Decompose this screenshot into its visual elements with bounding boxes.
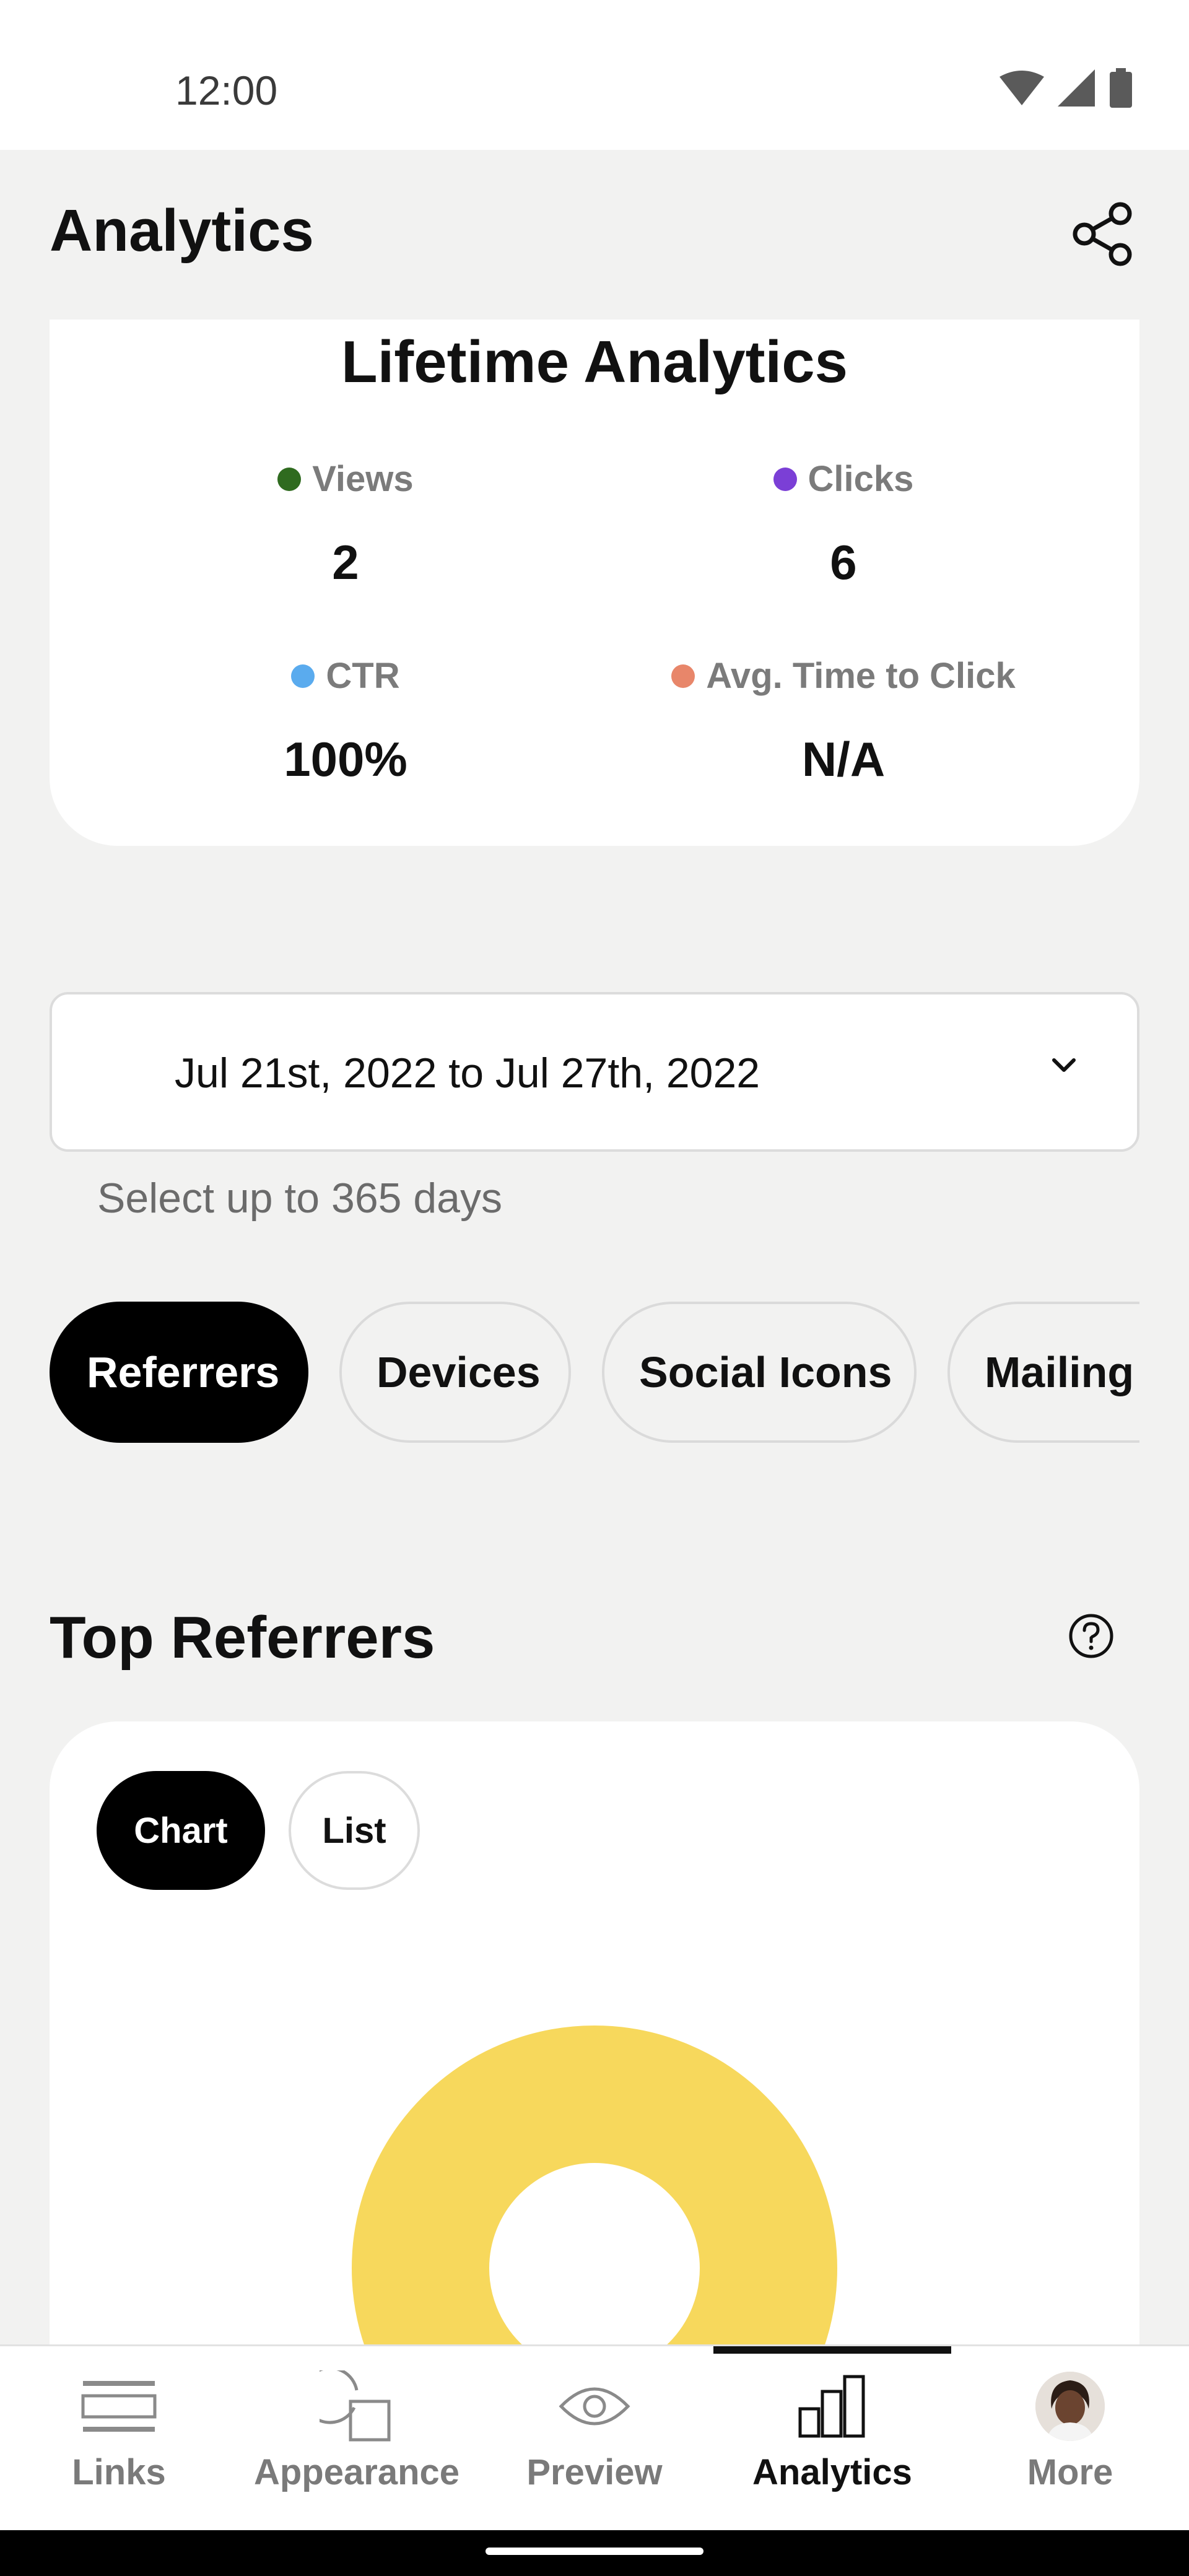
avatar: [1035, 2372, 1105, 2441]
date-range-value: Jul 21st, 2022 to Jul 27th, 2022: [175, 1050, 760, 1097]
stat-ctr: CTR 100%: [98, 655, 593, 788]
wifi-icon: [1000, 71, 1044, 105]
stat-label: CTR: [326, 656, 400, 696]
avg-time-dot-icon: [671, 664, 695, 688]
nav-analytics[interactable]: Analytics: [713, 2346, 951, 2532]
home-gesture-handle[interactable]: [486, 2548, 703, 2555]
status-icons: [1000, 68, 1133, 108]
bar-chart-icon: [798, 2375, 865, 2438]
nav-label: More: [1027, 2452, 1113, 2492]
help-button[interactable]: [1066, 1611, 1116, 1661]
stat-label: Views: [312, 459, 414, 499]
status-bar: 12:00: [0, 0, 1189, 150]
eye-icon: [559, 2387, 630, 2426]
top-referrers-title: Top Referrers: [50, 1604, 435, 1671]
nav-label: Appearance: [253, 2452, 460, 2492]
stat-value: 100%: [284, 732, 407, 786]
bottom-navigation: Links Appearance Preview Analytics More: [0, 2344, 1189, 2530]
lifetime-analytics-card: Lifetime Analytics Views 2 Clicks 6 CTR …: [50, 320, 1139, 846]
analytics-tabs: Referrers Devices Social Icons Mailing: [50, 1302, 1139, 1443]
lifetime-analytics-title: Lifetime Analytics: [341, 329, 848, 395]
ctr-dot-icon: [291, 664, 315, 688]
nav-label: Analytics: [752, 2452, 912, 2492]
appearance-icon: [320, 2370, 391, 2442]
stat-label: Avg. Time to Click: [706, 656, 1016, 696]
nav-appearance[interactable]: Appearance: [238, 2346, 476, 2532]
profile-photo-icon: [1035, 2372, 1105, 2441]
date-range-select[interactable]: Jul 21st, 2022 to Jul 27th, 2022: [50, 992, 1139, 1152]
stat-clicks: Clicks 6: [596, 458, 1091, 591]
page-title: Analytics: [50, 198, 314, 264]
stat-avg-time-to-click: Avg. Time to Click N/A: [596, 655, 1091, 788]
views-dot-icon: [277, 467, 302, 491]
help-icon: [1069, 1614, 1113, 1658]
tab-referrers[interactable]: Referrers: [50, 1302, 308, 1443]
battery-icon: [1110, 68, 1132, 108]
date-range-hint: Select up to 365 days: [97, 1175, 503, 1222]
clicks-dot-icon: [773, 467, 797, 491]
tab-social-icons[interactable]: Social Icons: [602, 1302, 917, 1443]
chevron-down-icon: [1052, 1058, 1076, 1072]
nav-label: Preview: [526, 2452, 663, 2492]
tab-mailing[interactable]: Mailing: [947, 1302, 1139, 1443]
stat-label: Clicks: [808, 459, 914, 499]
nav-more[interactable]: More: [951, 2346, 1189, 2532]
stat-value: 6: [830, 535, 857, 590]
share-icon: [1073, 202, 1132, 266]
nav-label: Links: [72, 2452, 166, 2492]
nav-preview[interactable]: Preview: [476, 2346, 713, 2532]
cellular-signal-icon: [1058, 69, 1095, 107]
stat-value: N/A: [801, 732, 886, 786]
nav-links[interactable]: Links: [0, 2346, 238, 2532]
stat-views: Views 2: [98, 458, 593, 591]
status-time: 12:00: [175, 67, 278, 113]
share-button[interactable]: [1066, 197, 1141, 271]
stat-value: 2: [332, 535, 359, 590]
tab-devices[interactable]: Devices: [339, 1302, 571, 1443]
links-icon: [81, 2381, 157, 2432]
system-gesture-bar: [0, 2530, 1189, 2576]
